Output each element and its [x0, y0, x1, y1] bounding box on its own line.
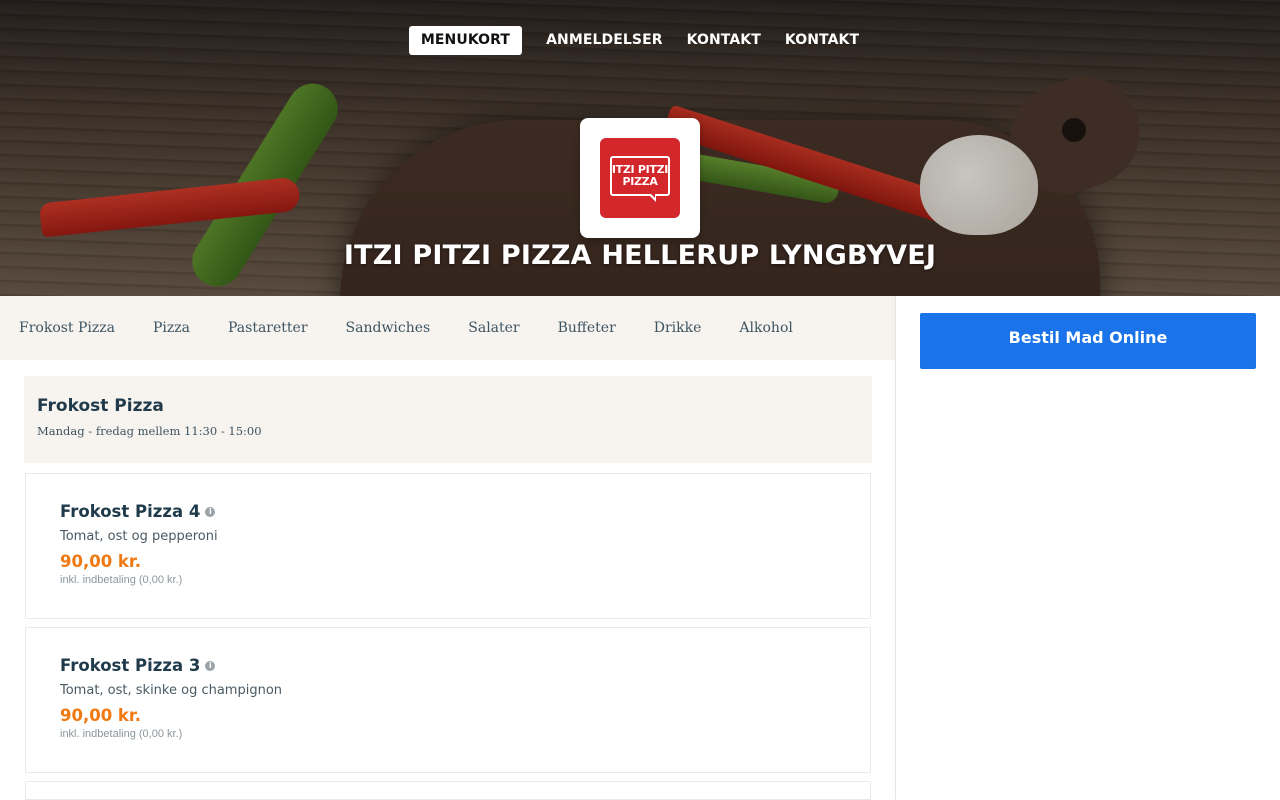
menu-item-card[interactable]: Frokost Pizza 3 i Tomat, ost, skinke og … — [25, 627, 871, 773]
category-drikke[interactable]: Drikke — [635, 320, 721, 336]
section-subtitle: Mandag - fredag mellem 11:30 - 15:00 — [37, 424, 262, 438]
menu-item-price: 90,00 kr. — [60, 706, 141, 725]
category-pastaretter[interactable]: Pastaretter — [209, 320, 327, 336]
category-frokost-pizza[interactable]: Frokost Pizza — [0, 320, 134, 336]
menu-item-card[interactable]: Frokost Pizza 4 i Tomat, ost og pepperon… — [25, 473, 871, 619]
column-divider — [895, 296, 896, 800]
category-sandwiches[interactable]: Sandwiches — [327, 320, 450, 336]
menu-item-name: Frokost Pizza 4 — [60, 502, 201, 521]
menu-item-description: Tomat, ost og pepperoni — [60, 529, 218, 544]
order-online-button[interactable]: Bestil Mad Online — [920, 313, 1256, 369]
menu-item-name: Frokost Pizza 3 — [60, 656, 201, 675]
menu-item-title: Frokost Pizza 3 i — [60, 656, 836, 675]
nav-anmeldelser[interactable]: ANMELDELSER — [534, 26, 675, 55]
restaurant-logo: ITZI PITZI PIZZA — [580, 118, 700, 238]
top-navigation: MENUKORT ANMELDELSER KONTAKT KONTAKT — [0, 26, 1280, 55]
menu-item-deposit-note: inkl. indbetaling (0,00 kr.) — [60, 728, 183, 740]
nav-kontakt[interactable]: KONTAKT — [675, 26, 773, 55]
category-salater[interactable]: Salater — [449, 320, 538, 336]
nav-menukort[interactable]: MENUKORT — [408, 26, 523, 55]
restaurant-title: ITZI PITZI PIZZA HELLERUP LYNGBYVEJ — [343, 240, 937, 271]
menu-item-title: Frokost Pizza 4 i — [60, 502, 836, 521]
menu-item-price: 90,00 kr. — [60, 552, 141, 571]
menu-item-card-partial[interactable] — [25, 781, 871, 800]
category-buffeter[interactable]: Buffeter — [539, 320, 635, 336]
speech-bubble-tail-inner — [650, 193, 655, 198]
info-icon[interactable]: i — [205, 506, 216, 517]
category-pizza[interactable]: Pizza — [134, 320, 209, 336]
menu-section-header: Frokost Pizza Mandag - fredag mellem 11:… — [24, 376, 872, 463]
section-title: Frokost Pizza — [37, 396, 164, 416]
category-bar: Frokost Pizza Pizza Pastaretter Sandwich… — [0, 296, 895, 360]
menu-item-deposit-note: inkl. indbetaling (0,00 kr.) — [60, 574, 183, 586]
category-alkohol[interactable]: Alkohol — [720, 320, 811, 336]
logo-text: ITZI PITZI PIZZA — [611, 163, 669, 188]
logo-badge: ITZI PITZI PIZZA — [600, 138, 680, 218]
nav-kontakt-2[interactable]: KONTAKT — [773, 26, 871, 55]
info-icon[interactable]: i — [205, 660, 216, 671]
menu-item-description: Tomat, ost, skinke og champignon — [60, 683, 283, 698]
hero-banner: MENUKORT ANMELDELSER KONTAKT KONTAKT ITZ… — [0, 0, 1280, 296]
